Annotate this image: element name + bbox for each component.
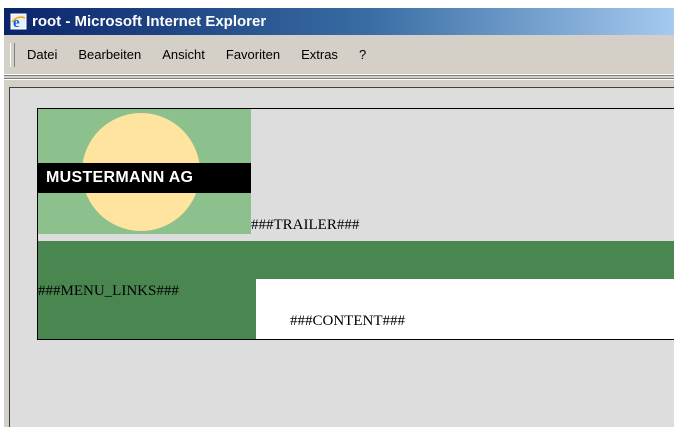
layout-table: MUSTERMANN AG ###TRAILER### ###MENU_LINK… <box>37 108 674 340</box>
menu-extras[interactable]: Extras <box>301 47 338 62</box>
window-title: root - Microsoft Internet Explorer <box>32 13 267 30</box>
browser-window: e root - Microsoft Internet Explorer Dat… <box>3 8 674 427</box>
logo-text: MUSTERMANN AG <box>38 163 251 193</box>
menu-links-cell: ###MENU_LINKS### <box>38 279 256 339</box>
menu-links-placeholder: ###MENU_LINKS### <box>38 283 179 299</box>
toolbar-grip[interactable] <box>10 42 15 67</box>
content-cell: ###CONTENT### <box>256 279 674 339</box>
content-placeholder: ###CONTENT### <box>290 313 405 329</box>
menu-favoriten[interactable]: Favoriten <box>226 47 280 62</box>
logo: MUSTERMANN AG <box>38 109 251 234</box>
page-viewport[interactable]: MUSTERMANN AG ###TRAILER### ###MENU_LINK… <box>9 87 674 427</box>
menu-bearbeiten[interactable]: Bearbeiten <box>78 47 141 62</box>
title-bar[interactable]: e root - Microsoft Internet Explorer <box>4 8 674 35</box>
menu-help[interactable]: ? <box>359 47 366 62</box>
menu-separator <box>4 78 674 80</box>
menu-bar: Datei Bearbeiten Ansicht Favoriten Extra… <box>4 35 674 75</box>
menu-datei[interactable]: Datei <box>27 47 57 62</box>
green-band <box>38 241 674 279</box>
menu-ansicht[interactable]: Ansicht <box>162 47 205 62</box>
trailer-placeholder: ###TRAILER### <box>251 217 360 233</box>
ie-icon: e <box>10 13 27 30</box>
